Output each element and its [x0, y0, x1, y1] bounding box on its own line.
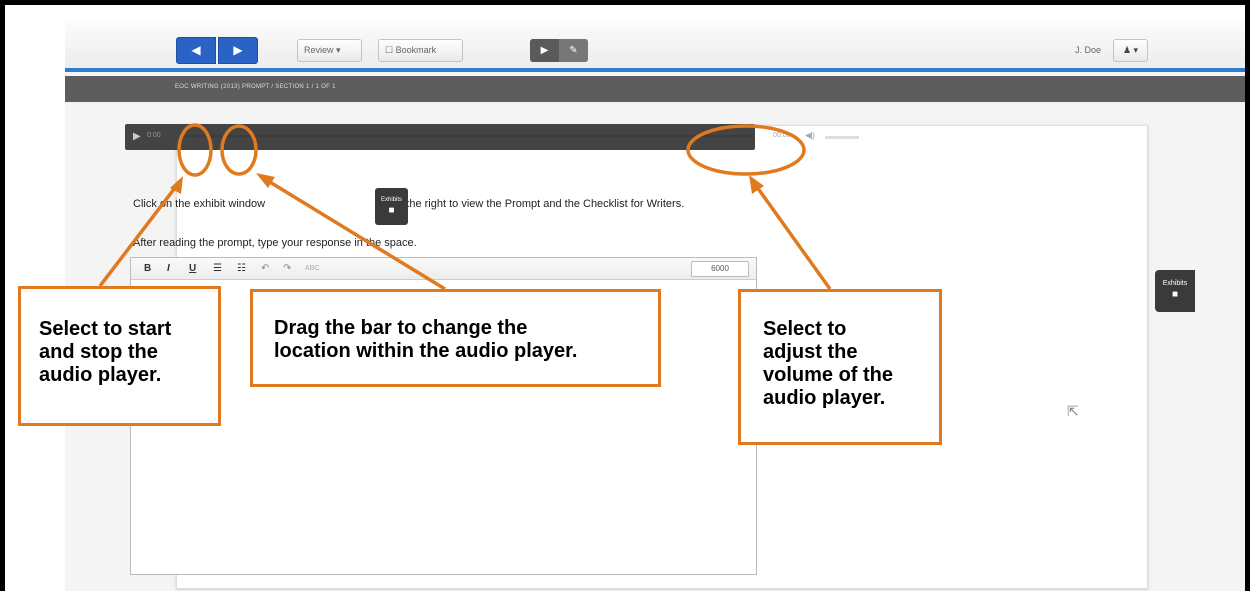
callout-drag-bar-line-1: Drag the bar to change the	[274, 317, 528, 339]
top-toolbar: ◀ ▶ Review ▾ ☐ Bookmark ▶ ✎ J. Doe ♟ ▾	[65, 20, 1245, 72]
volume-icon[interactable]: ◀)	[805, 130, 815, 141]
bold-icon[interactable]: B	[144, 263, 151, 274]
folder-icon: ■	[388, 205, 395, 216]
pointer-icon[interactable]: ▶	[530, 39, 559, 62]
exhibit-inline-label: Exhibits	[380, 197, 402, 203]
bullet-list-icon[interactable]: ☰	[213, 263, 222, 274]
audio-progress-bar[interactable]	[185, 135, 753, 137]
mouse-pointer-icon: ⇱	[1067, 403, 1079, 419]
spellcheck-icon[interactable]: ABC	[305, 265, 319, 272]
audio-elapsed: 0:00	[147, 132, 161, 139]
instruction-line-1-start: Click on the exhibit window	[133, 198, 266, 210]
callout-start-stop-line-3: audio player.	[39, 364, 162, 386]
review-button[interactable]: Review ▾	[297, 39, 362, 62]
callout-drag-bar-line-2: location within the audio player.	[274, 340, 578, 362]
instruction-line-2: After reading the prompt, type your resp…	[133, 237, 417, 249]
highlighter-icon[interactable]: ✎	[559, 39, 588, 62]
underline-icon[interactable]: U	[189, 263, 196, 274]
bookmark-button[interactable]: ☐ Bookmark	[378, 39, 463, 62]
exhibit-tab[interactable]: Exhibits ■	[1155, 270, 1195, 312]
callout-volume: Select to adjust the volume of the audio…	[738, 289, 942, 445]
italic-icon[interactable]: I	[167, 263, 170, 274]
previous-button[interactable]: ◀	[176, 37, 216, 64]
audio-player: ▶ 0:00 00:00 ◀)	[125, 124, 859, 150]
redo-icon[interactable]: ↷	[283, 263, 291, 274]
numbered-list-icon[interactable]: ☷	[237, 263, 246, 274]
callout-volume-line-3: volume of the	[763, 364, 894, 386]
user-menu-button[interactable]: ♟ ▾	[1113, 39, 1148, 62]
tool-group: ▶ ✎	[530, 39, 588, 62]
user-name: J. Doe	[1075, 45, 1102, 55]
character-counter: 6000	[691, 261, 749, 277]
callout-start-stop-line-2: and stop the	[39, 341, 158, 363]
callout-drag-bar: Drag the bar to change the location with…	[250, 289, 661, 387]
callout-start-stop-line-1: Select to start	[39, 318, 172, 340]
callout-volume-line-1: Select to	[763, 318, 847, 340]
undo-icon[interactable]: ↶	[261, 263, 269, 274]
exhibit-inline-icon: Exhibits ■	[375, 188, 408, 225]
breadcrumb: EOC WRITING (2013) PROMPT / SECTION 1 / …	[175, 84, 336, 90]
next-button[interactable]: ▶	[218, 37, 258, 64]
callout-volume-line-4: audio player.	[763, 387, 886, 409]
breadcrumb-bar: EOC WRITING (2013) PROMPT / SECTION 1 / …	[65, 76, 1245, 102]
exhibit-tab-label: Exhibits	[1162, 280, 1188, 287]
callout-volume-line-2: adjust the	[763, 341, 858, 363]
instruction-line-1: Click on the exhibit window on the right…	[133, 198, 684, 210]
editor-toolbar: B I U ☰ ☷ ↶ ↷ ABC 6000	[131, 258, 756, 280]
play-icon[interactable]: ▶	[133, 131, 141, 142]
callout-start-stop: Select to start and stop the audio playe…	[18, 286, 221, 426]
folder-icon: ■	[1171, 289, 1179, 300]
instruction-line-1-end: on the right to view the Prompt and the …	[391, 198, 685, 210]
audio-time: 00:00	[773, 132, 791, 139]
volume-slider[interactable]	[825, 136, 859, 139]
